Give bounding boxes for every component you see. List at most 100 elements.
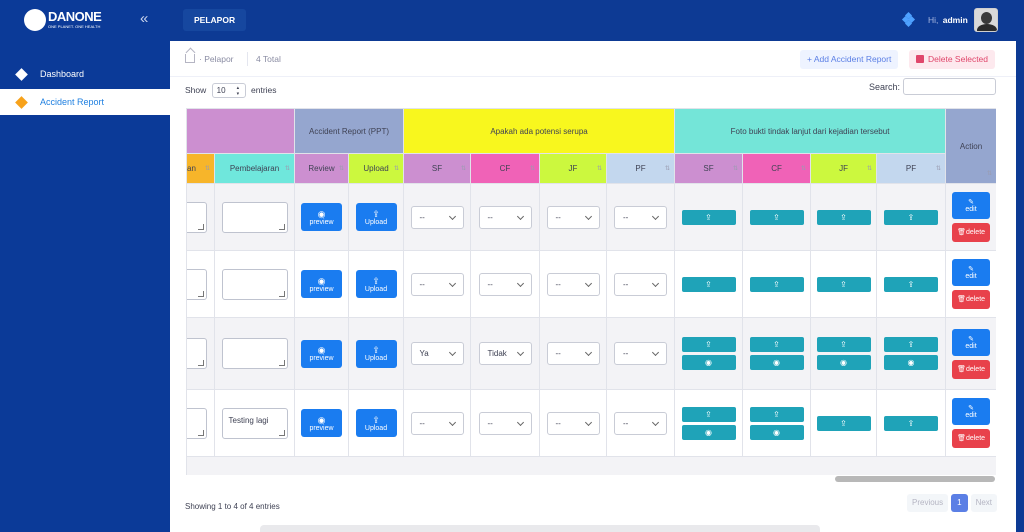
preview-label: preview [309,218,334,226]
column-header-photo-cf[interactable]: CF ⇅ [742,153,812,184]
edit-button[interactable]: ✎ edit [952,192,991,219]
photo-upload-button[interactable]: ⇪ [681,209,736,225]
potensi-sf-select[interactable]: Ya [410,342,464,365]
potensi-jf-select[interactable]: -- [546,411,600,435]
potensi-pf-select[interactable]: -- [614,411,668,435]
report-table-scroll[interactable]: Accident Report (PPT) Apakah ada potensi… [186,108,996,476]
pembelajaran-textarea[interactable] [221,201,288,233]
potensi-jf-select[interactable]: -- [546,342,600,365]
photo-upload-button[interactable]: ⇪ [749,209,804,225]
column-header-cf[interactable]: CF ⇅ [470,153,540,184]
potensi-jf-select[interactable]: -- [546,205,600,229]
photo-view-button[interactable]: ◉ [681,424,736,440]
potensi-pf-select[interactable]: -- [614,342,668,365]
page-button-current[interactable]: 1 [951,494,968,512]
photo-view-button[interactable]: ◉ [749,424,804,440]
user-greeting[interactable]: Hi, admin [928,15,968,25]
delete-button[interactable]: 🗑delete [952,223,991,242]
pembelajaran-textarea[interactable] [221,268,288,300]
potensi-pf-select[interactable]: -- [614,205,668,229]
photo-upload-button[interactable]: ⇪ [681,337,736,352]
upload-button[interactable]: ⇪ Upload [355,339,397,368]
edit-button[interactable]: ✎ edit [952,398,991,425]
upload-button[interactable]: ⇪ Upload [355,409,397,437]
photo-upload-button[interactable]: ⇪ [681,276,736,292]
greeting-text: Hi, [928,15,939,25]
apps-icon[interactable] [901,11,916,28]
sidebar-item-label: Dashboard [40,69,85,79]
upload-button[interactable]: ⇪ Upload [355,270,397,298]
photo-upload-button[interactable]: ⇪ [749,276,804,292]
cell-photo-jf: ⇪ ◉ [810,317,878,390]
preview-button[interactable]: ◉ preview [301,339,342,368]
photo-upload-button[interactable]: ⇪ [816,276,871,292]
photo-view-button[interactable]: ◉ [816,355,871,370]
edit-button[interactable]: ✎ edit [952,328,991,356]
photo-upload-button[interactable]: ⇪ [816,209,871,225]
previous-page-button[interactable]: Previous [907,494,949,512]
an-textarea[interactable] [187,407,207,439]
column-header-review[interactable]: Review ⇅ [294,153,349,184]
edit-button[interactable]: ✎ edit [952,259,991,286]
delete-button[interactable]: 🗑delete [952,429,991,448]
delete-button[interactable]: 🗑delete [952,290,991,309]
potensi-sf-select[interactable]: -- [410,411,464,435]
column-header-pf[interactable]: PF ⇅ [605,153,676,184]
potensi-cf-select[interactable]: -- [478,272,532,296]
avatar[interactable] [974,8,998,32]
photo-upload-button[interactable]: ⇪ [681,406,736,422]
column-header-photo-pf[interactable]: PF ⇅ [876,153,947,184]
column-header-photo-sf[interactable]: SF ⇅ [674,153,744,184]
collapse-sidebar-icon[interactable]: « [140,11,148,26]
column-header-action[interactable]: Action ⇅ [945,108,996,184]
add-accident-report-button[interactable]: + Add Accident Report [800,50,899,69]
scrollbar-thumb[interactable] [835,476,995,482]
potensi-cf-select[interactable]: -- [478,411,532,435]
column-header-jf[interactable]: JF ⇅ [539,153,607,184]
preview-label: preview [309,424,334,432]
potensi-sf-select[interactable]: -- [410,272,464,296]
entries-select[interactable]: 10 [211,83,246,98]
an-textarea[interactable] [187,201,207,233]
sidebar-item-dashboard[interactable]: Dashboard [0,61,170,87]
photo-upload-button[interactable]: ⇪ [884,415,939,431]
an-textarea[interactable] [187,338,207,369]
home-icon[interactable] [185,54,195,63]
an-textarea[interactable] [187,268,207,300]
photo-upload-button[interactable]: ⇪ [884,276,939,292]
photo-view-button[interactable]: ◉ [884,355,939,370]
preview-button[interactable]: ◉ preview [301,409,342,437]
upload-button[interactable]: ⇪ Upload [355,203,397,231]
preview-button[interactable]: ◉ preview [301,203,342,231]
column-header-pembelajaran[interactable]: Pembelajaran ⇅ [214,153,295,184]
search-input[interactable] [903,78,996,95]
potensi-pf-select[interactable]: -- [614,272,668,296]
column-header-an[interactable]: an ⇅ [186,153,215,184]
pembelajaran-textarea[interactable] [221,338,288,369]
empty-cell [186,456,996,476]
potensi-sf-select[interactable]: -- [410,205,464,229]
photo-upload-button[interactable]: ⇪ [884,337,939,352]
pembelajaran-textarea[interactable]: Testing lagi [221,407,288,439]
potensi-cf-select[interactable]: Tidak [478,342,532,365]
column-header-sf[interactable]: SF ⇅ [403,153,471,184]
preview-button[interactable]: ◉ preview [301,270,342,298]
sidebar-item-accident-report[interactable]: Accident Report [0,89,170,115]
potensi-jf-select[interactable]: -- [546,272,600,296]
photo-upload-button[interactable]: ⇪ [884,209,939,225]
delete-button[interactable]: 🗑delete [952,359,991,379]
photo-upload-button[interactable]: ⇪ [749,337,804,352]
edit-label: edit [965,273,977,280]
column-header-photo-jf[interactable]: JF ⇅ [810,153,878,184]
sort-icon: ⇅ [460,165,466,172]
next-page-button[interactable]: Next [970,494,998,512]
photo-upload-button[interactable]: ⇪ [816,337,871,352]
photo-upload-button[interactable]: ⇪ [749,406,804,422]
photo-upload-button[interactable]: ⇪ [816,415,871,431]
group-header-potensi: Apakah ada potensi serupa [402,108,676,154]
column-header-upload[interactable]: Upload ⇅ [348,153,404,184]
photo-view-button[interactable]: ◉ [681,355,736,370]
potensi-cf-select[interactable]: -- [478,205,532,229]
photo-view-button[interactable]: ◉ [749,355,804,370]
delete-selected-button[interactable]: Delete Selected [909,50,996,69]
